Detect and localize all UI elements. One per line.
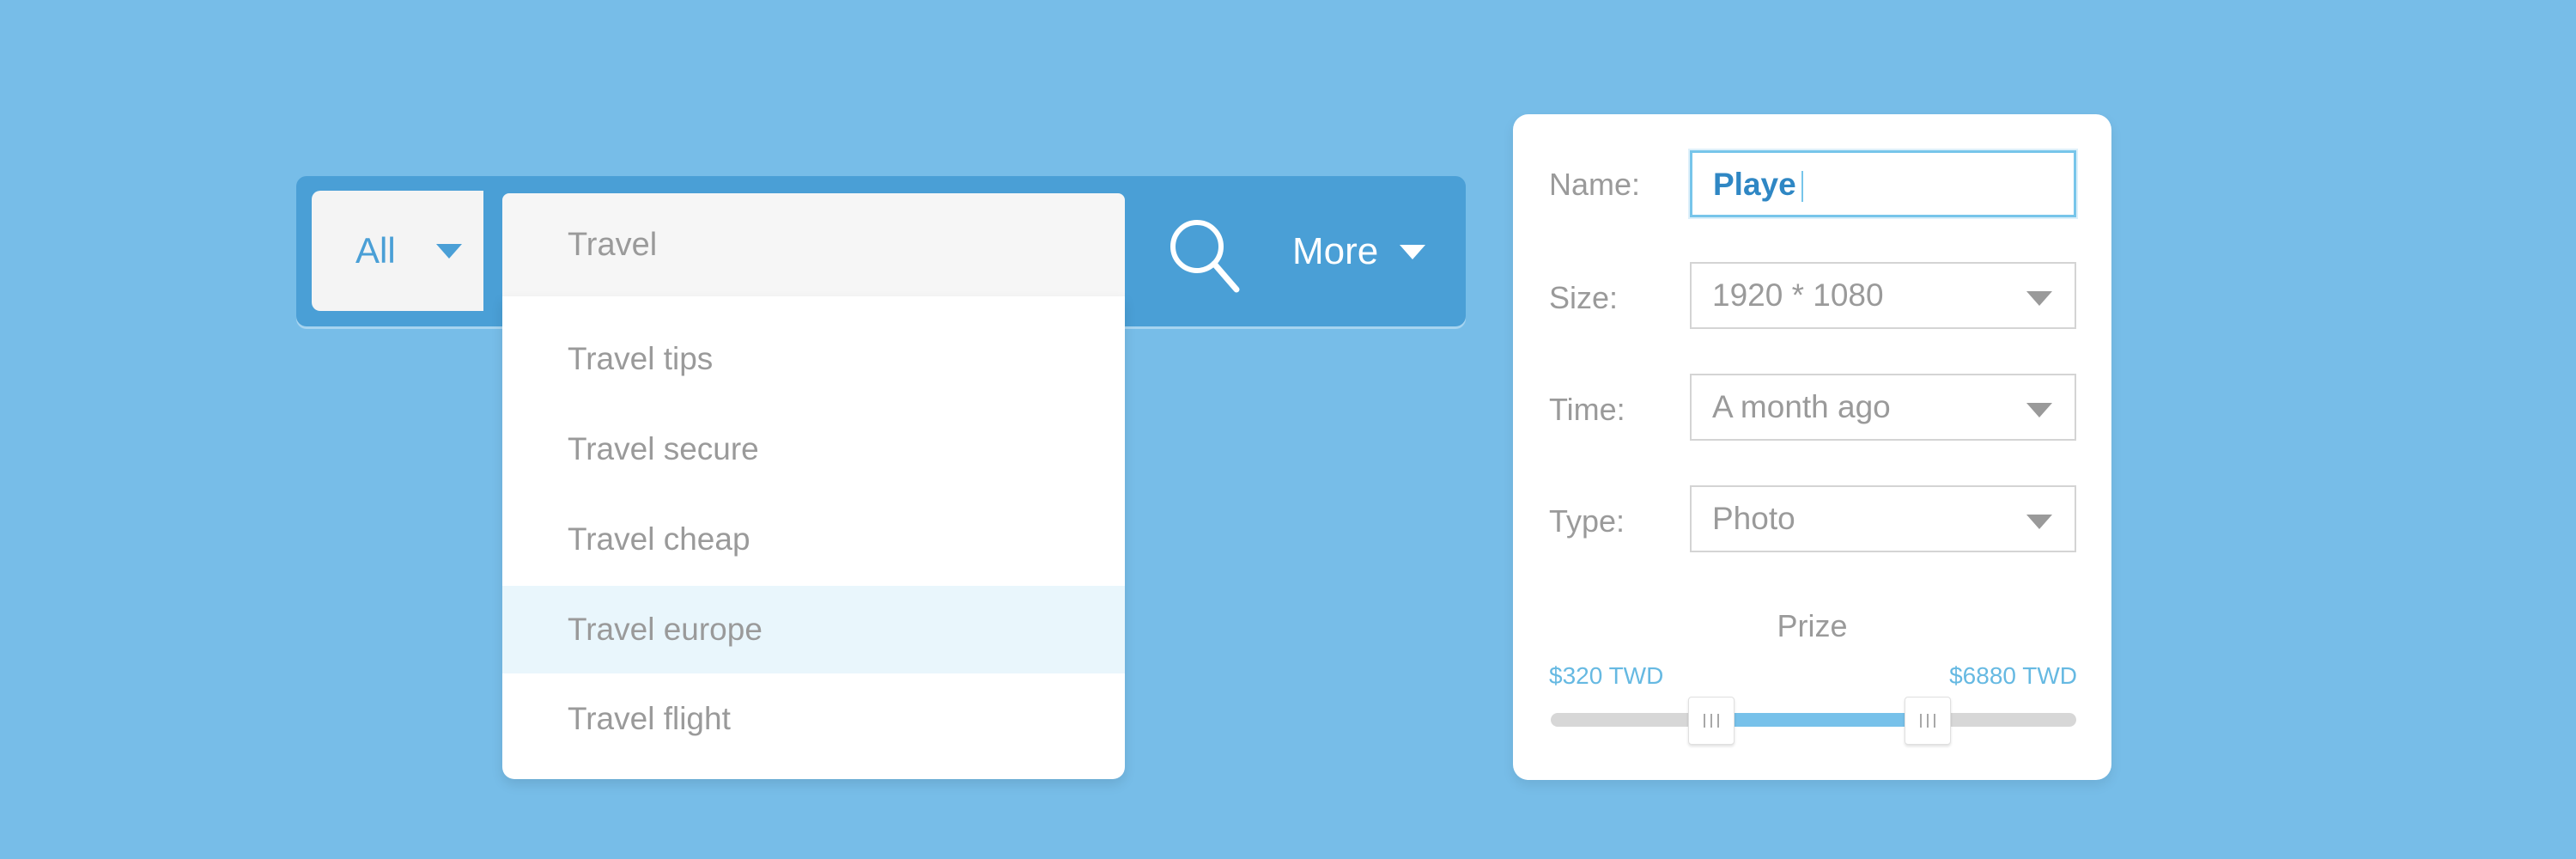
chevron-down-icon: [2026, 403, 2052, 417]
category-label: All: [355, 230, 396, 271]
more-label: More: [1292, 230, 1379, 272]
suggestion-item[interactable]: Travel secure: [502, 405, 1125, 493]
size-value: 1920 * 1080: [1712, 277, 1884, 313]
prize-title: Prize: [1777, 608, 1848, 643]
time-label: Time:: [1549, 392, 1625, 427]
type-select[interactable]: Photo: [1690, 485, 2076, 552]
name-value: Playe: [1713, 167, 1796, 202]
prize-slider-min-handle[interactable]: [1688, 697, 1735, 745]
chevron-down-icon: [2026, 515, 2052, 529]
prize-slider-max-handle[interactable]: [1905, 697, 1951, 745]
type-label: Type:: [1549, 503, 1625, 539]
category-select[interactable]: All: [312, 191, 483, 311]
suggestion-item-highlighted[interactable]: Travel europe: [502, 586, 1125, 673]
size-select[interactable]: 1920 * 1080: [1690, 262, 2076, 329]
chevron-down-icon: [1400, 245, 1425, 259]
suggestion-dropdown: Travel tips Travel secure Travel cheap T…: [502, 296, 1125, 779]
time-select[interactable]: A month ago: [1690, 374, 2076, 441]
name-label: Name:: [1549, 167, 1641, 202]
prize-max-value: $6880 TWD: [1949, 662, 2077, 689]
chevron-down-icon: [436, 244, 462, 259]
time-value: A month ago: [1712, 389, 1891, 424]
chevron-down-icon: [2026, 291, 2052, 306]
suggestion-item[interactable]: Travel tips: [502, 315, 1125, 403]
name-field[interactable]: Playe: [1690, 150, 2076, 217]
prize-slider-range: [1710, 713, 1925, 727]
search-icon[interactable]: [1161, 210, 1247, 296]
search-input[interactable]: Travel: [502, 193, 1125, 296]
text-cursor: [1801, 171, 1803, 203]
type-value: Photo: [1712, 501, 1795, 536]
suggestion-item[interactable]: Travel cheap: [502, 496, 1125, 583]
size-label: Size:: [1549, 280, 1619, 315]
more-button[interactable]: More: [1292, 228, 1425, 275]
prize-min-value: $320 TWD: [1549, 662, 1664, 689]
suggestion-item[interactable]: Travel flight: [502, 675, 1125, 763]
filter-panel: Name: Playe Size: 1920 * 1080 Time: A mo…: [1513, 114, 2111, 780]
